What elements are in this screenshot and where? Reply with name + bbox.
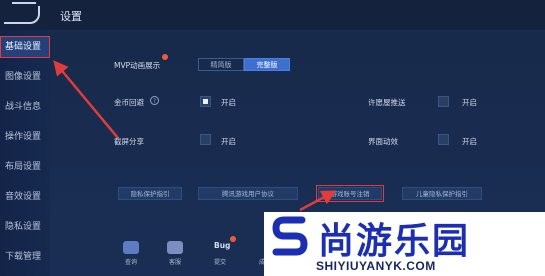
watermark-logo-icon	[272, 216, 308, 256]
arrow-to-account-deletion	[299, 190, 337, 212]
watermark-title: 尚游乐园	[318, 221, 471, 262]
arrow-to-basic-settings	[53, 60, 119, 139]
watermark-url: SHIYIUYANYK.COM	[316, 259, 436, 273]
watermark: 尚游乐园 SHIYIUYANYK.COM	[264, 212, 545, 276]
